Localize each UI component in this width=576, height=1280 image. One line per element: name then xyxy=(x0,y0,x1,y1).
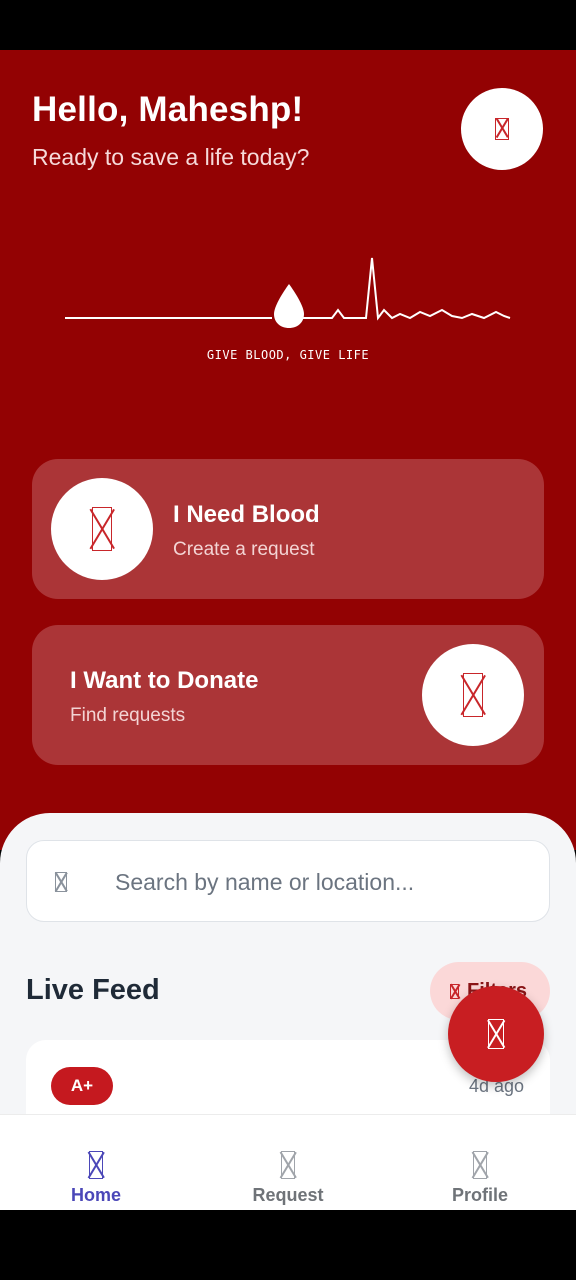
heartbeat-drop-illustration xyxy=(65,257,511,328)
bottom-navigation: Home Request Profile xyxy=(0,1114,576,1210)
search-icon xyxy=(55,872,67,892)
notification-button[interactable] xyxy=(461,88,543,170)
blood-group-badge: A+ xyxy=(51,1067,113,1105)
nav-item-profile[interactable]: Profile xyxy=(384,1115,576,1211)
nav-label-request: Request xyxy=(252,1185,324,1205)
search-input[interactable]: Search by name or location... xyxy=(26,840,550,922)
need-blood-title: I Need Blood xyxy=(173,501,320,528)
donate-card[interactable]: I Want to Donate Find requests xyxy=(32,625,544,765)
status-bar xyxy=(0,0,576,50)
notification-icon xyxy=(495,118,509,140)
nav-label-home: Home xyxy=(70,1185,121,1205)
blood-drop-shape xyxy=(274,284,304,328)
home-icon xyxy=(89,1151,103,1179)
blood-drop-icon xyxy=(92,507,112,551)
donate-subtitle: Find requests xyxy=(70,705,186,726)
nav-item-request[interactable]: Request xyxy=(192,1115,384,1211)
nav-item-home[interactable]: Home xyxy=(0,1115,192,1211)
donate-title: I Want to Donate xyxy=(70,667,259,694)
greeting-title: Hello, Maheshp! xyxy=(32,90,304,129)
need-blood-subtitle: Create a request xyxy=(173,539,315,560)
request-icon xyxy=(281,1151,295,1179)
need-blood-card[interactable]: I Need Blood Create a request xyxy=(32,459,544,599)
profile-icon xyxy=(473,1151,487,1179)
add-request-fab[interactable] xyxy=(448,986,544,1082)
nav-label-profile: Profile xyxy=(451,1185,508,1205)
hero-tagline: GIVE BLOOD, GIVE LIFE xyxy=(206,348,370,362)
need-blood-icon-circle xyxy=(51,478,153,580)
donate-hand-icon xyxy=(463,673,483,717)
greeting-subtitle: Ready to save a life today? xyxy=(32,144,310,170)
live-feed-title: Live Feed xyxy=(26,974,160,1006)
filter-icon xyxy=(450,983,459,999)
donate-icon-circle xyxy=(422,644,524,746)
search-placeholder: Search by name or location... xyxy=(115,869,415,895)
system-navigation-bar xyxy=(0,1210,576,1280)
plus-icon xyxy=(488,1019,504,1049)
app-screen: Hello, Maheshp! Ready to save a life tod… xyxy=(0,0,576,1280)
